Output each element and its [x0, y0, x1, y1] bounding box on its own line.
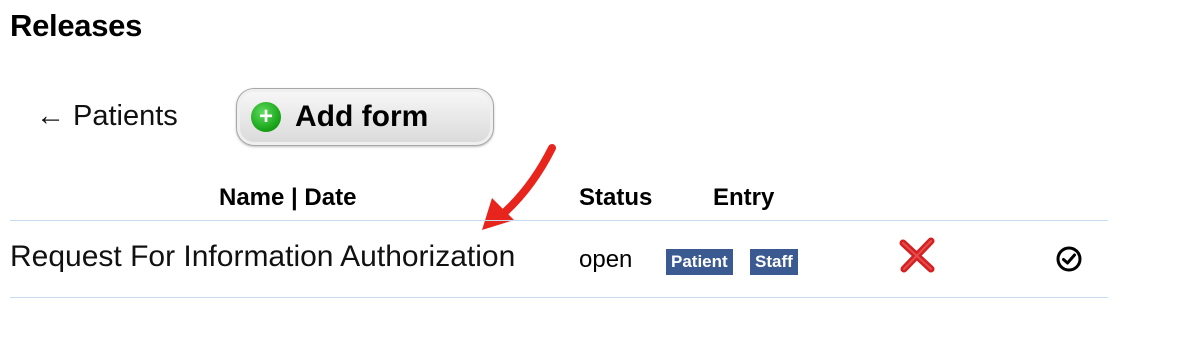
- delete-x-icon[interactable]: [896, 234, 938, 276]
- status-text: open: [579, 246, 633, 273]
- table-header-divider: [10, 220, 1108, 221]
- plus-circle-icon: +: [251, 102, 281, 132]
- annotation-arrow-icon: [482, 144, 556, 230]
- entry-badge-staff[interactable]: Staff: [750, 249, 798, 275]
- column-header-status[interactable]: Status: [579, 184, 652, 212]
- entry-badge-patient[interactable]: Patient: [666, 249, 733, 275]
- check-circle-icon[interactable]: [1055, 245, 1083, 273]
- column-header-entry[interactable]: Entry: [713, 184, 774, 212]
- form-name-link[interactable]: Request For Information Authorization: [10, 240, 515, 274]
- add-form-label: Add form: [295, 100, 429, 133]
- add-form-button[interactable]: + Add form: [236, 88, 494, 146]
- back-arrow-icon: ←: [36, 100, 65, 132]
- releases-page: Releases ← Patients + Add form Name | Dat…: [0, 0, 1200, 338]
- table-row-divider: [10, 297, 1108, 298]
- back-to-patients-link[interactable]: ← Patients: [36, 100, 178, 133]
- column-header-name-date[interactable]: Name | Date: [219, 184, 356, 212]
- back-link-label: Patients: [73, 100, 178, 132]
- page-title: Releases: [10, 8, 143, 43]
